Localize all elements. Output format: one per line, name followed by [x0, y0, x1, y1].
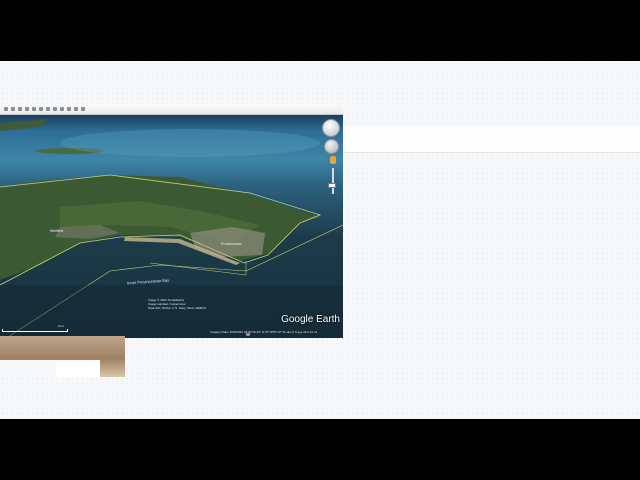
toolbar-icon[interactable] [39, 107, 43, 111]
look-control-icon[interactable] [324, 139, 339, 154]
resize-handle[interactable] [246, 333, 250, 336]
zoom-slider-icon[interactable] [332, 168, 334, 194]
scale-label: 2 mi [58, 324, 64, 328]
toolbar-icon[interactable] [4, 107, 8, 111]
photo-thumbnail[interactable] [0, 336, 125, 377]
toolbar-icon[interactable] [11, 107, 15, 111]
toolbar-icon[interactable] [25, 107, 29, 111]
sea-glare [60, 129, 320, 157]
thumbnail-overlay [56, 362, 100, 377]
scale-bar [2, 329, 68, 332]
toolbar-icon[interactable] [32, 107, 36, 111]
attribution: Image © 2022 TerraMetrics Image Landsat … [148, 298, 206, 310]
compass-icon[interactable] [322, 119, 340, 137]
toolbar-icon[interactable] [67, 107, 71, 111]
blank-panel [343, 127, 640, 153]
toolbar-icon[interactable] [74, 107, 78, 111]
toolbar-icon[interactable] [46, 107, 50, 111]
attribution-line: Data SIO, NOAA, U.S. Navy, NGA, GEBCO [148, 306, 207, 310]
toolbar-icon[interactable] [18, 107, 22, 111]
google-earth-logo: Google Earth [281, 314, 340, 325]
desktop-area: Wellfleet Provincetown Inner Provincetow… [0, 61, 640, 419]
earth-3d-view[interactable]: Wellfleet Provincetown Inner Provincetow… [0, 115, 343, 338]
place-label: Wellfleet [50, 229, 64, 233]
google-earth-window: Wellfleet Provincetown Inner Provincetow… [0, 105, 343, 338]
toolbar [0, 105, 343, 115]
distant-land [0, 119, 48, 131]
toolbar-icon[interactable] [81, 107, 85, 111]
toolbar-icon[interactable] [53, 107, 57, 111]
place-label: Provincetown [221, 242, 243, 246]
zoom-knob[interactable] [328, 183, 336, 188]
toolbar-icon[interactable] [60, 107, 64, 111]
pegman-icon[interactable] [330, 156, 336, 164]
status-bar: Imagery Date: 9/30/2021 42°02'16.43" N 7… [210, 330, 318, 334]
